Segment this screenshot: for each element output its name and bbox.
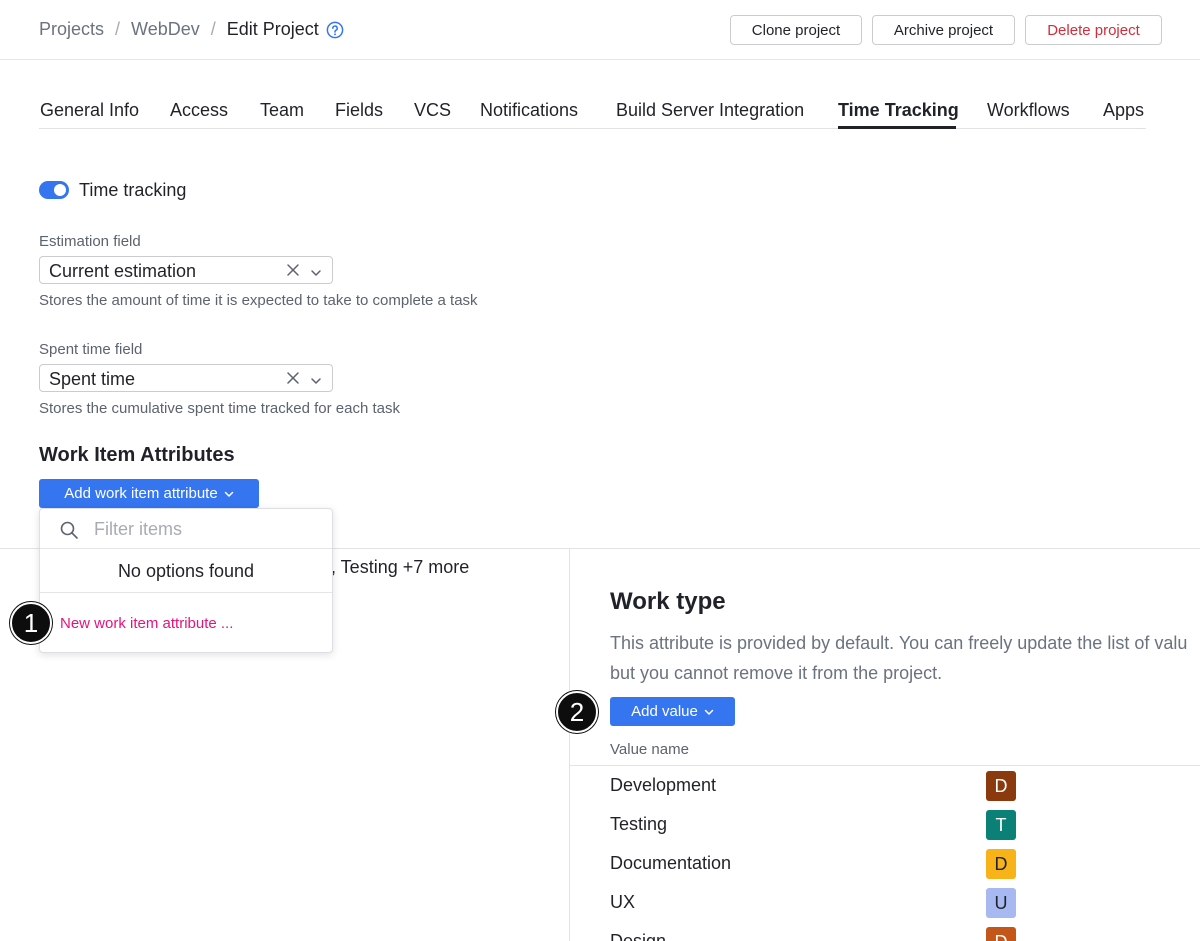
color-badge[interactable]: D [986, 927, 1016, 941]
add-value-button[interactable]: Add value [610, 697, 735, 726]
delete-project-button[interactable]: Delete project [1025, 15, 1162, 45]
estimation-field-select[interactable]: Current estimation [39, 256, 333, 284]
add-value-label: Add value [631, 703, 698, 720]
tab-workflows[interactable]: Workflows [987, 100, 1070, 121]
add-work-item-attribute-label: Add work item attribute [64, 485, 218, 502]
estimation-field-hint: Stores the amount of time it is expected… [39, 292, 478, 309]
time-tracking-label: Time tracking [79, 180, 187, 200]
time-tracking-toggle[interactable] [39, 181, 69, 199]
no-options-message: No options found [40, 549, 332, 593]
tab-time-tracking[interactable]: Time Tracking [838, 100, 959, 121]
toggle-knob [54, 184, 66, 196]
callout-marker: 1 [10, 602, 52, 644]
active-tab-indicator [838, 126, 956, 129]
tab-team[interactable]: Team [260, 100, 304, 121]
color-badge[interactable]: D [986, 771, 1016, 801]
panel-vertical-divider [569, 548, 570, 941]
archive-project-button[interactable]: Archive project [872, 15, 1015, 45]
description-line: but you cannot remove it from the projec… [610, 663, 943, 683]
clear-icon[interactable] [286, 263, 300, 277]
spent-time-field-select[interactable]: Spent time [39, 364, 333, 392]
color-badge[interactable]: T [986, 810, 1016, 840]
color-badge[interactable]: U [986, 888, 1016, 918]
callout-marker: 2 [556, 691, 598, 733]
estimation-field-value: Current estimation [49, 261, 197, 281]
filter-items-input[interactable] [94, 518, 314, 540]
search-icon [59, 520, 79, 540]
value-name: Documentation [610, 853, 732, 873]
attribute-dropdown: No options found New work item attribute… [39, 508, 333, 653]
tab-bar: General Info Access Team Fields VCS Noti… [39, 96, 1146, 129]
new-work-item-attribute-link[interactable]: New work item attribute ... [60, 615, 233, 632]
add-work-item-attribute-button[interactable]: Add work item attribute [39, 479, 259, 508]
spent-time-field-label: Spent time field [39, 341, 143, 358]
chevron-down-icon[interactable] [310, 265, 322, 276]
breadcrumb-separator: / [210, 19, 216, 39]
breadcrumb-webdev[interactable]: WebDev [131, 19, 200, 40]
tab-build-server-integration[interactable]: Build Server Integration [616, 100, 804, 121]
clone-project-button[interactable]: Clone project [730, 15, 862, 45]
value-name: Development [610, 775, 717, 795]
work-type-description: This attribute is provided by default. Y… [610, 628, 1200, 688]
breadcrumb: Projects / WebDev / Edit Project [39, 19, 344, 40]
work-item-attributes-heading: Work Item Attributes [39, 444, 235, 466]
color-badge[interactable]: D [986, 849, 1016, 879]
filter-search-box [40, 509, 332, 549]
chevron-down-icon [224, 490, 234, 498]
value-name: UX [610, 892, 636, 912]
work-type-title: Work type [610, 588, 726, 615]
value-name: Testing [610, 814, 668, 834]
value-name-column-header: Value name [610, 741, 689, 758]
breadcrumb-projects[interactable]: Projects [39, 19, 104, 40]
chevron-down-icon [704, 708, 714, 716]
tab-vcs[interactable]: VCS [414, 100, 451, 121]
attribute-values-summary[interactable]: t, Testing +7 more [326, 557, 469, 578]
help-icon[interactable] [326, 21, 344, 39]
spent-time-field-hint: Stores the cumulative spent time tracked… [39, 400, 401, 417]
tab-apps[interactable]: Apps [1103, 100, 1144, 121]
estimation-field-label: Estimation field [39, 233, 141, 250]
breadcrumb-separator: / [115, 19, 121, 39]
clear-icon[interactable] [286, 371, 300, 385]
tab-fields[interactable]: Fields [335, 100, 383, 121]
value-name: Design [610, 931, 667, 941]
chevron-down-icon[interactable] [310, 373, 322, 384]
page-header: Projects / WebDev / Edit Project Clone p… [0, 0, 1200, 60]
spent-time-field-value: Spent time [49, 369, 136, 389]
page-title: Edit Project [226, 19, 319, 39]
tab-notifications[interactable]: Notifications [480, 100, 578, 121]
tab-general-info[interactable]: General Info [40, 100, 139, 121]
column-header-divider [570, 765, 1200, 766]
tab-access[interactable]: Access [170, 100, 228, 121]
description-line: This attribute is provided by default. Y… [610, 633, 1188, 653]
